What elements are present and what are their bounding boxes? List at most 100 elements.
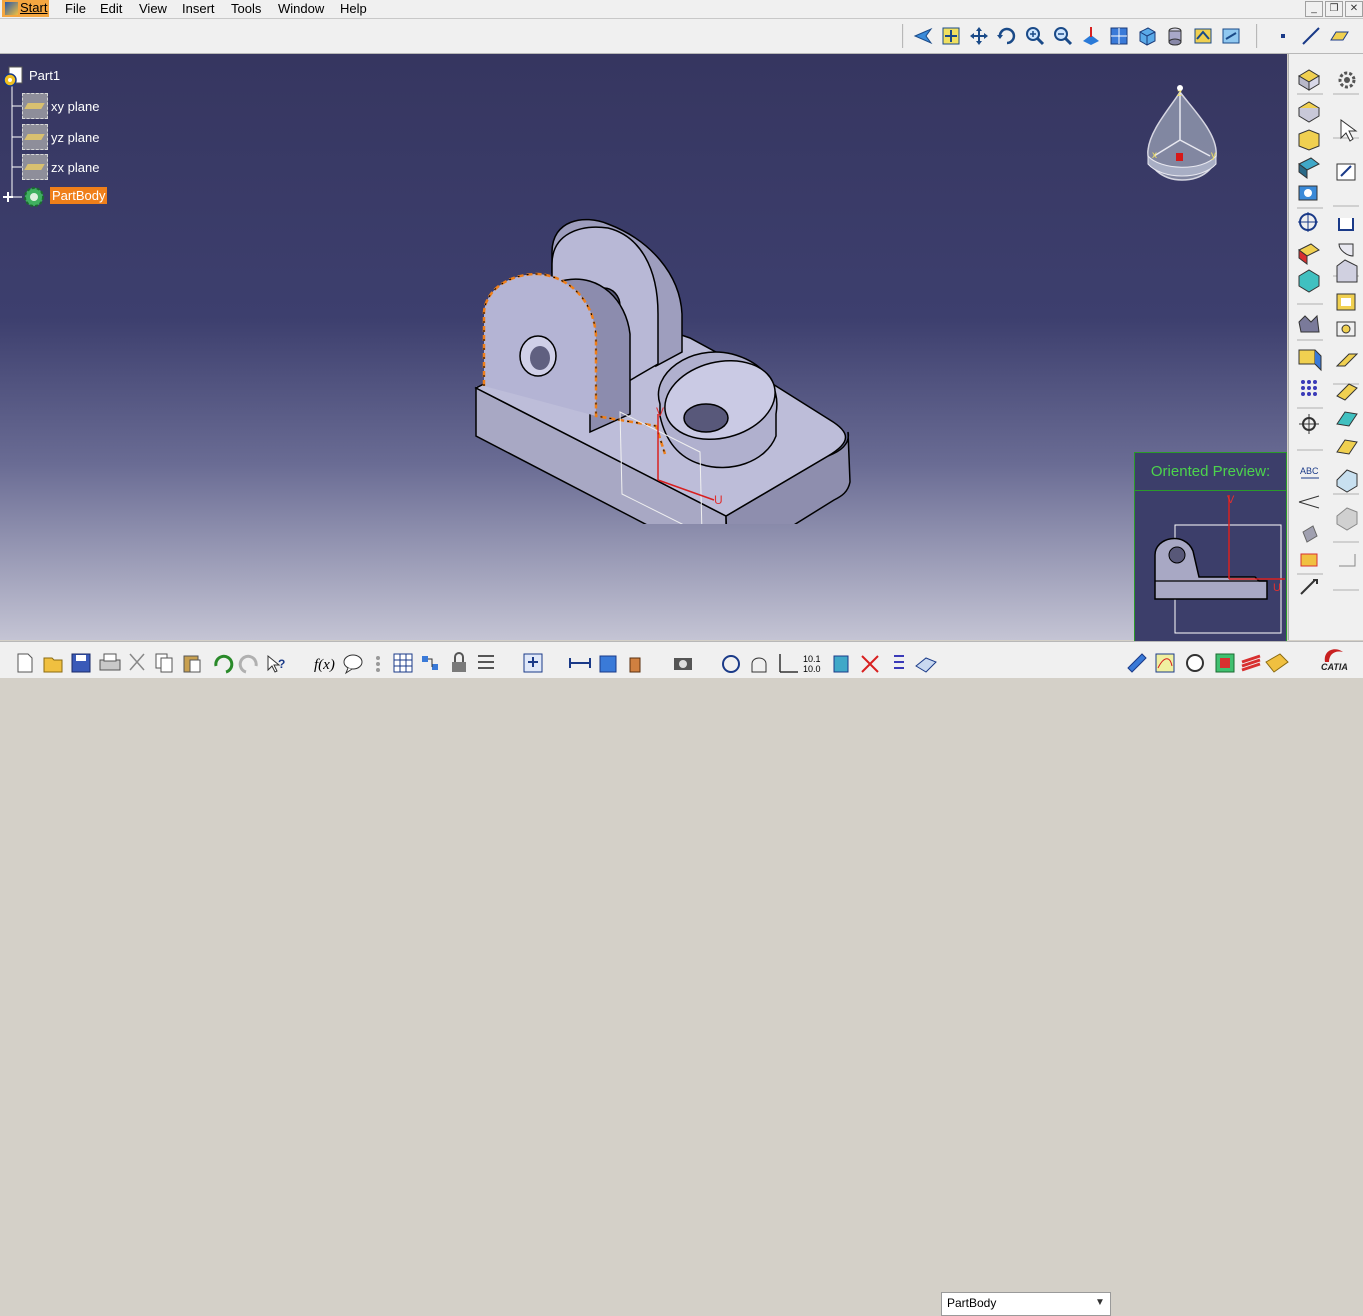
menu-insert[interactable]: Insert (182, 1, 215, 16)
hide-show-icon[interactable] (1192, 25, 1214, 47)
axes-icon[interactable] (779, 654, 798, 673)
open-file-icon[interactable] (43, 657, 63, 673)
formula-icon[interactable]: f(x) (314, 657, 335, 673)
measure-icon[interactable] (1299, 414, 1319, 434)
chamfer-icon[interactable] (1336, 259, 1358, 283)
tree-node-partbody[interactable]: PartBody (50, 187, 108, 204)
pattern-icon[interactable] (1301, 380, 1317, 396)
capture-icon[interactable] (674, 658, 692, 670)
dimension-icon[interactable] (1298, 495, 1320, 509)
sketch-profile-icon[interactable] (1338, 218, 1354, 231)
pocket-icon[interactable] (1298, 101, 1320, 123)
filter-icon[interactable] (478, 655, 494, 669)
pen-icon[interactable] (1127, 653, 1147, 673)
sketch-icon[interactable] (1336, 163, 1356, 181)
fillet-icon[interactable] (1338, 243, 1354, 257)
xy-plane-icon[interactable] (22, 93, 48, 119)
split-icon[interactable] (1336, 439, 1358, 455)
color-map-icon[interactable] (1215, 653, 1235, 673)
measure-between-icon[interactable] (569, 658, 591, 668)
constraint-icon[interactable] (1298, 314, 1320, 333)
chevron-down-icon[interactable]: ▼ (1092, 1295, 1108, 1311)
whats-this-icon[interactable]: ? (267, 654, 285, 673)
new-file-icon[interactable] (17, 653, 33, 673)
menu-window[interactable]: Window (278, 1, 324, 16)
restore-button[interactable]: ❐ (1325, 1, 1343, 17)
measure-item-icon[interactable] (599, 655, 617, 673)
fit-all-in-icon[interactable] (940, 25, 962, 47)
workbench-icon[interactable] (1265, 653, 1289, 673)
multi-view-icon[interactable] (1108, 25, 1130, 47)
layers-icon[interactable] (1241, 654, 1261, 672)
catalog-icon[interactable] (422, 656, 438, 670)
hand-icon[interactable] (751, 657, 767, 673)
tree-node-zx-plane[interactable]: zx plane (51, 160, 99, 175)
axis-system-icon[interactable] (1339, 554, 1356, 567)
draft-icon[interactable] (1298, 349, 1322, 372)
current-body-dropdown[interactable]: PartBody ▼ (941, 1292, 1111, 1316)
zx-plane-icon[interactable] (22, 154, 48, 180)
swap-icon[interactable] (722, 655, 740, 673)
menu-edit[interactable]: Edit (100, 1, 122, 16)
3d-viewport[interactable]: Part1 xy plane yz plane zx plane PartBod… (0, 54, 1287, 640)
rotate-icon[interactable] (996, 25, 1018, 47)
compass-widget[interactable]: z x y (1140, 80, 1224, 190)
fly-mode-icon[interactable] (912, 25, 934, 47)
analysis-icon[interactable] (1186, 654, 1204, 672)
cut-icon[interactable] (129, 653, 145, 671)
body-icon[interactable] (915, 657, 937, 673)
plane-icon[interactable] (1328, 25, 1350, 47)
tree-node-xy-plane[interactable]: xy plane (51, 99, 99, 114)
partbody-gear-icon[interactable] (22, 185, 46, 209)
menu-view[interactable]: View (139, 1, 167, 16)
constraint-list-icon[interactable] (894, 655, 904, 669)
part-model[interactable]: V U (460, 164, 860, 524)
yz-plane-icon[interactable] (22, 124, 48, 150)
rib-icon[interactable] (1298, 212, 1318, 232)
tree-node-part1[interactable]: Part1 (29, 68, 60, 83)
save-icon[interactable] (71, 653, 91, 673)
sketch-solving-icon[interactable] (833, 655, 849, 673)
paste-icon[interactable] (183, 655, 201, 673)
sew-surface-icon[interactable] (1336, 469, 1358, 493)
minimize-button[interactable]: _ (1305, 1, 1323, 17)
user-feature-icon[interactable] (376, 656, 380, 672)
multi-pad-icon[interactable] (1298, 243, 1320, 265)
curve-icon[interactable] (1155, 653, 1175, 673)
copy-icon[interactable] (155, 653, 173, 673)
part-icon[interactable] (1, 66, 25, 90)
point-icon[interactable] (1272, 25, 1294, 47)
apply-material-icon[interactable] (1302, 525, 1318, 543)
shading-icon[interactable] (1164, 25, 1186, 47)
lock-icon[interactable] (452, 652, 466, 672)
start-menu[interactable]: Start (2, 0, 50, 17)
tree-node-yz-plane[interactable]: yz plane (51, 130, 99, 145)
menu-file[interactable]: File (65, 1, 86, 16)
table-icon[interactable] (393, 653, 413, 673)
thickness-icon[interactable] (1336, 321, 1356, 337)
normal-view-icon[interactable] (1080, 25, 1102, 47)
publication-icon[interactable] (1300, 553, 1318, 567)
scan-part-icon[interactable] (523, 653, 543, 673)
annotation-icon[interactable]: ABC (1300, 466, 1319, 479)
settings-gear-icon[interactable] (1338, 71, 1356, 89)
remove-face-icon[interactable] (1336, 383, 1358, 401)
print-icon[interactable] (99, 653, 121, 671)
solid-combine-icon[interactable] (1298, 269, 1320, 293)
pan-icon[interactable] (968, 25, 990, 47)
pad-icon[interactable] (1298, 69, 1320, 91)
dimension-constraints-icon[interactable] (861, 655, 879, 673)
menu-tools[interactable]: Tools (231, 1, 261, 16)
thread-icon[interactable] (1335, 353, 1359, 367)
line-icon[interactable] (1300, 25, 1322, 47)
zoom-out-icon[interactable] (1052, 25, 1074, 47)
replace-face-icon[interactable] (1336, 411, 1358, 427)
close-surface-icon[interactable] (1336, 507, 1358, 531)
menu-help[interactable]: Help (340, 1, 367, 16)
close-button[interactable]: ✕ (1345, 1, 1363, 17)
shaft-icon[interactable] (1298, 129, 1320, 151)
shell-icon[interactable] (1336, 293, 1356, 311)
knowledge-advisor-icon[interactable] (343, 654, 363, 675)
expand-icon[interactable] (2, 191, 14, 203)
measure-inertia-icon[interactable] (629, 657, 641, 673)
